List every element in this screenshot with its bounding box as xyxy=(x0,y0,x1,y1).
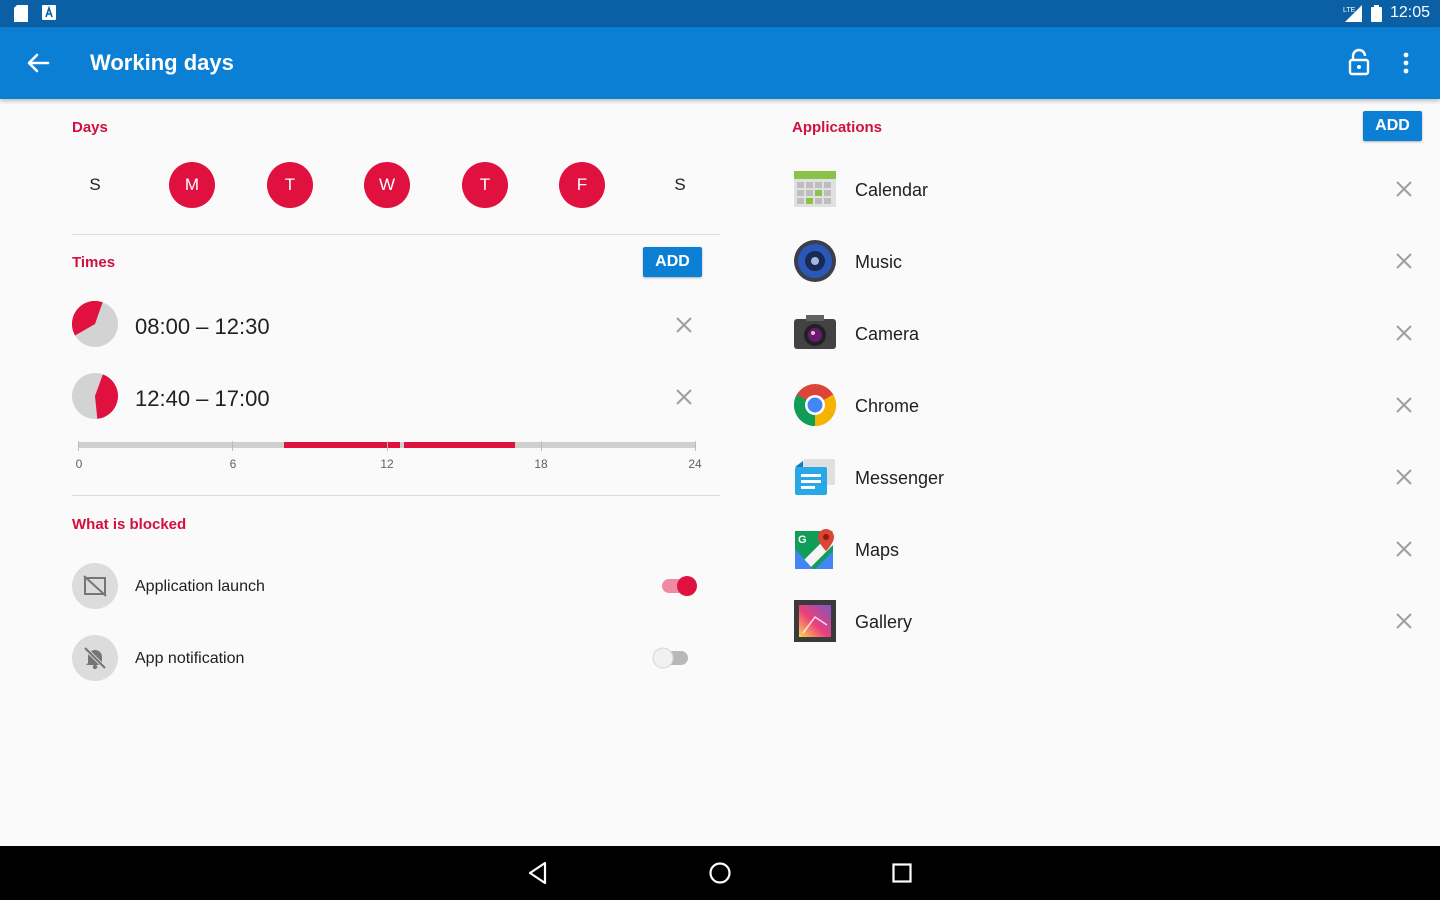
app-store-icon xyxy=(42,5,56,20)
add-application-button[interactable]: ADD xyxy=(1363,111,1422,141)
blocked-section-title: What is blocked xyxy=(72,516,187,533)
back-nav-icon[interactable] xyxy=(526,861,550,885)
time-range-label: 08:00 – 12:30 xyxy=(135,314,270,339)
block-option-label: App notification xyxy=(135,650,245,667)
applications-section-title: Applications xyxy=(792,119,883,136)
time-range-clock-icon xyxy=(72,301,118,347)
remove-time-icon[interactable] xyxy=(674,387,694,407)
gallery-app-icon xyxy=(794,600,836,642)
day-wednesday[interactable]: W xyxy=(364,162,410,208)
messenger-app-icon xyxy=(795,459,835,495)
divider xyxy=(72,234,720,235)
application-name: Maps xyxy=(855,540,900,560)
svg-text:LTE: LTE xyxy=(1343,7,1356,14)
application-name: Gallery xyxy=(855,612,913,632)
sd-card-icon xyxy=(14,5,28,22)
status-bar: LTE 12:05 xyxy=(0,0,1440,27)
application-name: Camera xyxy=(855,324,920,344)
app-launch-blocked-icon xyxy=(72,563,118,609)
day-monday[interactable]: M xyxy=(169,162,215,208)
application-name: Music xyxy=(855,252,903,272)
remove-application-icon[interactable] xyxy=(1394,539,1414,559)
camera-app-icon xyxy=(794,315,836,349)
day-sunday[interactable]: S xyxy=(72,162,118,208)
calendar-app-icon xyxy=(794,171,836,207)
day-thursday[interactable]: T xyxy=(462,162,508,208)
timeline-tick-label: 6 xyxy=(229,457,237,471)
battery-icon xyxy=(1370,4,1382,22)
remove-application-icon[interactable] xyxy=(1394,395,1414,415)
page-title: Working days xyxy=(90,50,234,75)
times-section-title: Times xyxy=(72,254,116,271)
app-bar: Working days xyxy=(0,27,1440,99)
application-name: Calendar xyxy=(855,180,929,200)
day-tuesday[interactable]: T xyxy=(267,162,313,208)
notifications-off-icon xyxy=(72,635,118,681)
time-range-label: 12:40 – 17:00 xyxy=(135,386,270,411)
day-timeline: 0 6 12 18 24 xyxy=(75,437,702,477)
timeline-tick-label: 18 xyxy=(534,457,548,471)
chrome-app-icon xyxy=(793,384,837,426)
home-nav-icon[interactable] xyxy=(708,861,732,885)
remove-application-icon[interactable] xyxy=(1394,251,1414,271)
day-saturday[interactable]: S xyxy=(657,162,703,208)
timeline-segment xyxy=(284,442,400,448)
timeline-tick-label: 12 xyxy=(380,457,394,471)
more-options-icon[interactable] xyxy=(1396,49,1416,77)
time-range-clock-icon xyxy=(72,373,118,419)
clock-time: 12:05 xyxy=(1389,4,1430,21)
app-notification-toggle[interactable] xyxy=(650,646,690,670)
remove-time-icon[interactable] xyxy=(674,315,694,335)
divider xyxy=(72,495,720,496)
maps-app-icon: G xyxy=(795,529,834,569)
block-option-label: Application launch xyxy=(135,578,265,595)
add-time-button[interactable]: ADD xyxy=(643,247,702,277)
signal-icon: LTE xyxy=(1343,4,1362,22)
remove-application-icon[interactable] xyxy=(1394,611,1414,631)
remove-application-icon[interactable] xyxy=(1394,179,1414,199)
timeline-tick-label: 24 xyxy=(688,457,702,471)
svg-text:G: G xyxy=(798,534,807,546)
music-app-icon xyxy=(794,240,836,282)
remove-application-icon[interactable] xyxy=(1394,323,1414,343)
days-section-title: Days xyxy=(72,119,108,136)
application-name: Chrome xyxy=(855,396,920,416)
timeline-tick-label: 0 xyxy=(75,457,83,471)
day-friday[interactable]: F xyxy=(559,162,605,208)
application-name: Messenger xyxy=(855,468,945,488)
application-launch-toggle[interactable] xyxy=(660,574,700,598)
timeline-segment xyxy=(404,442,515,448)
remove-application-icon[interactable] xyxy=(1394,467,1414,487)
timeline-bar xyxy=(78,441,696,451)
lock-icon[interactable] xyxy=(1344,47,1374,77)
system-navigation-bar xyxy=(0,846,1440,900)
back-arrow-icon[interactable] xyxy=(24,49,52,77)
recents-nav-icon[interactable] xyxy=(890,861,914,885)
